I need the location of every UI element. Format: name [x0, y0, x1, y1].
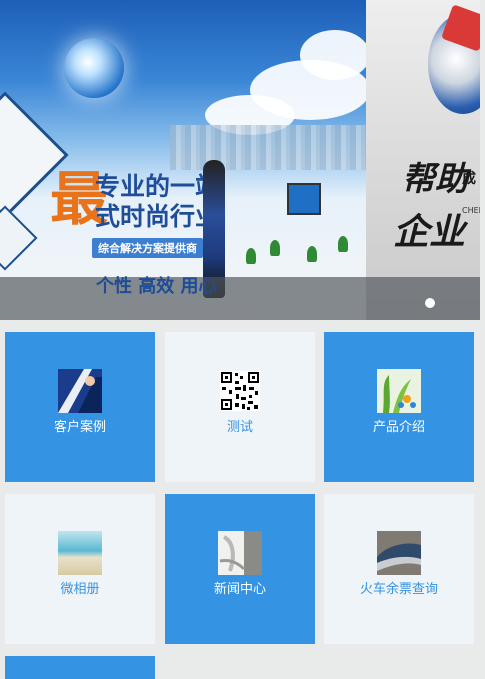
- banner-carousel[interactable]: 最 专业的一站 式时尚行业 综合解决方案提供商 帮助 成 企业 CHEN 个性 …: [0, 0, 480, 320]
- tile-label: 火车余票查询: [359, 582, 438, 597]
- ie-globe-icon: [64, 38, 124, 98]
- headline-text: 专业的一站 式时尚行业: [95, 172, 220, 232]
- tile-label: 产品介绍: [372, 420, 425, 435]
- tile-customer-case[interactable]: 客户案例: [5, 332, 155, 482]
- tile-partial[interactable]: [5, 656, 155, 679]
- tile-test[interactable]: 测试: [165, 332, 315, 482]
- tile-label: 测试: [226, 420, 253, 435]
- qr-code-thumbnail: [220, 371, 260, 411]
- carousel-indicator-dot[interactable]: [425, 298, 435, 308]
- tile-micro-album[interactable]: 微相册: [5, 494, 155, 644]
- slide2-title-1: 帮助: [402, 159, 468, 198]
- headline-line1: 专业的一站: [95, 172, 221, 201]
- monitor-icon: [287, 183, 321, 215]
- slide2-title-2: 企业: [393, 212, 466, 253]
- tile-news-center[interactable]: 新闻中心: [165, 494, 315, 644]
- slide2-title-1-suffix: 成: [462, 171, 476, 187]
- banner-slide-enterprise[interactable]: 帮助 成 企业 CHEN: [366, 0, 480, 320]
- beach-photo-thumbnail: [58, 531, 102, 575]
- tile-product-intro[interactable]: 产品介绍: [324, 332, 474, 482]
- product-plants-thumbnail: [377, 369, 421, 413]
- city-skyline: [170, 125, 366, 170]
- plant-icon: [270, 240, 280, 256]
- banner-caption-bar: [0, 277, 480, 320]
- tagline: 综合解决方案提供商: [92, 238, 203, 258]
- customer-case-thumbnail: [58, 369, 102, 413]
- news-thumbnail: [218, 531, 262, 575]
- train-thumbnail: [377, 531, 421, 575]
- banner-footer-text: 个性 高效 用心: [96, 276, 217, 297]
- plant-icon: [246, 248, 256, 264]
- plant-icon: [307, 246, 317, 262]
- slide2-small-text: CHEN: [462, 206, 480, 215]
- tile-label: 微相册: [60, 582, 100, 597]
- tile-train-ticket-query[interactable]: 火车余票查询: [324, 494, 474, 644]
- decorative-diamond: [0, 205, 38, 271]
- tile-label: 新闻中心: [213, 582, 266, 597]
- plant-icon: [338, 236, 348, 252]
- tile-label: 客户案例: [53, 420, 106, 435]
- cloud-shape: [300, 30, 366, 80]
- headline-line2: 式时尚行业: [95, 202, 221, 231]
